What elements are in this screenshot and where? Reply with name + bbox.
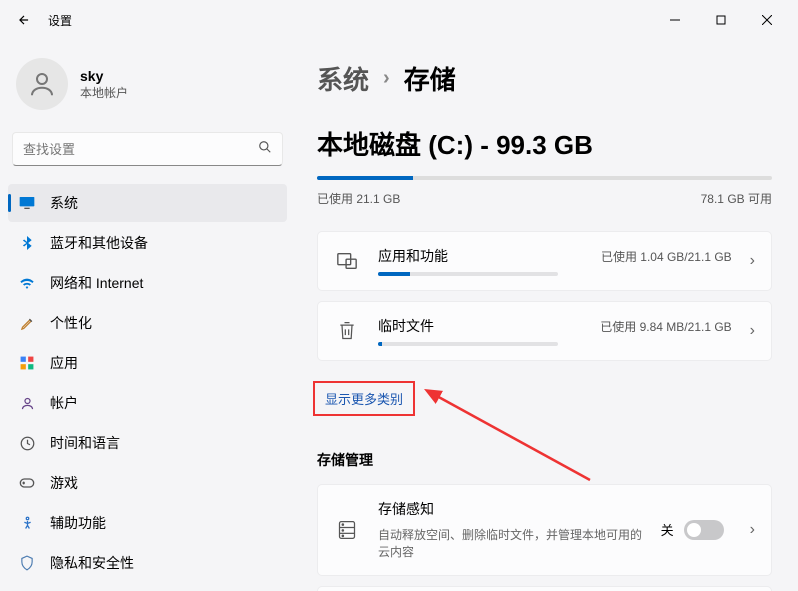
storage-icon xyxy=(334,517,360,543)
personalization-icon xyxy=(18,314,36,332)
storage-sense-toggle[interactable] xyxy=(684,520,724,540)
shield-icon xyxy=(18,554,36,572)
apps-icon xyxy=(18,354,36,372)
trash-icon xyxy=(334,318,360,344)
breadcrumb: 系统 › 存储 xyxy=(317,60,772,97)
chevron-right-icon: › xyxy=(383,67,390,90)
nav-system[interactable]: 系统 xyxy=(8,184,287,222)
back-button[interactable] xyxy=(8,4,40,36)
disk-title: 本地磁盘 (C:) - 99.3 GB xyxy=(317,125,772,162)
maximize-button[interactable] xyxy=(698,4,744,36)
storage-sense-toggle-group: 关 xyxy=(661,520,724,540)
nav-gaming[interactable]: 游戏 xyxy=(8,464,287,502)
disk-usage-row: 已使用 21.1 GB 78.1 GB 可用 xyxy=(317,190,772,207)
card-title: 存储感知 xyxy=(378,499,643,519)
disk-used-label: 已使用 21.1 GB xyxy=(317,190,400,207)
sidebar: sky 本地帐户 系统 蓝牙和其他设备 网络和 Internet 个 xyxy=(0,40,295,591)
window-title: 设置 xyxy=(48,12,72,29)
nav-label: 隐私和安全性 xyxy=(50,553,134,573)
nav-accounts[interactable]: 帐户 xyxy=(8,384,287,422)
apps-card-icon xyxy=(334,248,360,274)
nav-time[interactable]: 时间和语言 xyxy=(8,424,287,462)
apps-usage-bar xyxy=(378,272,558,276)
nav-label: 帐户 xyxy=(50,393,78,413)
network-icon xyxy=(18,274,36,292)
card-title: 应用和功能 xyxy=(378,246,448,266)
user-subtitle: 本地帐户 xyxy=(80,84,128,101)
storage-management-title: 存储管理 xyxy=(317,450,772,470)
gaming-icon xyxy=(18,474,36,492)
chevron-right-icon: › xyxy=(750,521,755,539)
minimize-button[interactable] xyxy=(652,4,698,36)
main-content: 系统 › 存储 本地磁盘 (C:) - 99.3 GB 已使用 21.1 GB … xyxy=(295,40,798,591)
user-name: sky xyxy=(80,68,128,84)
card-meta: 已使用 9.84 MB/21.1 GB xyxy=(600,318,731,335)
toggle-state-label: 关 xyxy=(661,520,674,539)
nav-label: 个性化 xyxy=(50,313,92,333)
breadcrumb-parent[interactable]: 系统 xyxy=(317,60,369,97)
nav-label: 网络和 Internet xyxy=(50,273,143,293)
card-meta: 已使用 1.04 GB/21.1 GB xyxy=(601,248,732,265)
nav-accessibility[interactable]: 辅助功能 xyxy=(8,504,287,542)
card-apps-features[interactable]: 应用和功能 已使用 1.04 GB/21.1 GB › xyxy=(317,231,772,291)
nav-personalization[interactable]: 个性化 xyxy=(8,304,287,342)
card-storage-sense[interactable]: 存储感知 自动释放空间、删除临时文件，并管理本地可用的云内容 关 › xyxy=(317,484,772,576)
disk-free-label: 78.1 GB 可用 xyxy=(701,190,772,207)
time-icon xyxy=(18,434,36,452)
nav-label: 应用 xyxy=(50,353,78,373)
nav-label: 游戏 xyxy=(50,473,78,493)
search-icon xyxy=(258,140,272,159)
search-box[interactable] xyxy=(12,132,283,166)
nav-bluetooth[interactable]: 蓝牙和其他设备 xyxy=(8,224,287,262)
card-subtitle: 自动释放空间、删除临时文件，并管理本地可用的云内容 xyxy=(378,527,643,561)
nav-label: 辅助功能 xyxy=(50,513,106,533)
search-input[interactable] xyxy=(23,142,258,157)
temp-usage-bar xyxy=(378,342,558,346)
nav-network[interactable]: 网络和 Internet xyxy=(8,264,287,302)
nav: 系统 蓝牙和其他设备 网络和 Internet 个性化 应用 帐户 xyxy=(8,184,287,582)
card-cleanup-recommendations[interactable]: 清理建议 正在查找要清理的项目 › xyxy=(317,586,772,591)
nav-label: 系统 xyxy=(50,193,78,213)
close-button[interactable] xyxy=(744,4,790,36)
card-title: 临时文件 xyxy=(378,316,434,336)
system-icon xyxy=(18,194,36,212)
title-bar: 设置 xyxy=(0,0,798,40)
breadcrumb-current: 存储 xyxy=(404,60,456,97)
accessibility-icon xyxy=(18,514,36,532)
window-controls xyxy=(652,4,790,36)
avatar xyxy=(16,58,68,110)
show-more-categories[interactable]: 显示更多类别 xyxy=(313,381,415,416)
nav-label: 蓝牙和其他设备 xyxy=(50,233,148,253)
accounts-icon xyxy=(18,394,36,412)
card-temp-files[interactable]: 临时文件 已使用 9.84 MB/21.1 GB › xyxy=(317,301,772,361)
nav-privacy[interactable]: 隐私和安全性 xyxy=(8,544,287,582)
disk-usage-bar xyxy=(317,176,772,180)
chevron-right-icon: › xyxy=(750,322,755,340)
chevron-right-icon: › xyxy=(750,252,755,270)
nav-label: 时间和语言 xyxy=(50,433,120,453)
user-block[interactable]: sky 本地帐户 xyxy=(8,50,287,128)
bluetooth-icon xyxy=(18,234,36,252)
nav-apps[interactable]: 应用 xyxy=(8,344,287,382)
